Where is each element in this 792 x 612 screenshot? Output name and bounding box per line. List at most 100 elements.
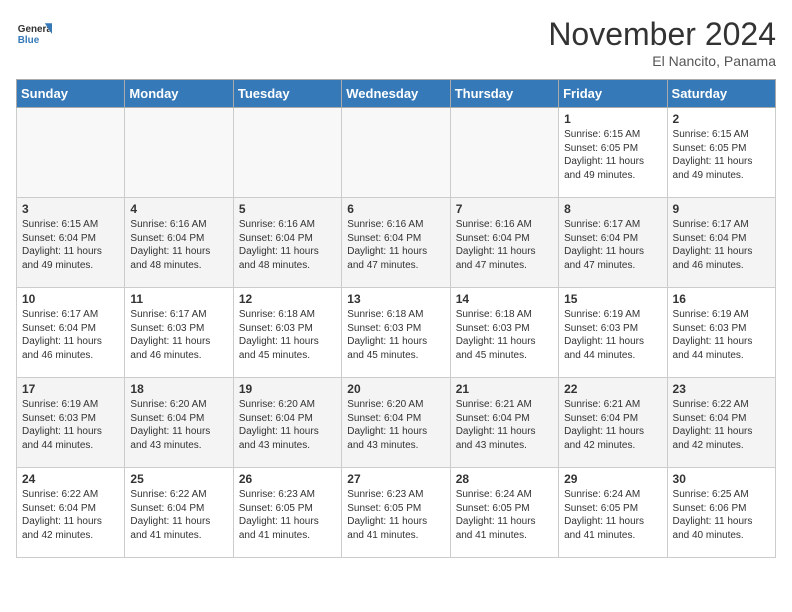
svg-text:Blue: Blue xyxy=(18,35,40,46)
cell-info: Sunrise: 6:18 AM Sunset: 6:03 PM Dayligh… xyxy=(347,308,444,362)
calendar-week-1: 1 Sunrise: 6:15 AM Sunset: 6:05 PM Daylig… xyxy=(17,108,776,198)
day-number: 6 xyxy=(347,202,444,216)
title-block: November 2024 El Nancito, Panama xyxy=(548,16,776,69)
calendar-cell: 22 Sunrise: 6:21 AM Sunset: 6:04 PM Dayli… xyxy=(559,378,667,468)
day-number: 1 xyxy=(564,112,661,126)
cell-info: Sunrise: 6:17 AM Sunset: 6:04 PM Dayligh… xyxy=(673,218,770,272)
cell-info: Sunrise: 6:18 AM Sunset: 6:03 PM Dayligh… xyxy=(456,308,553,362)
day-number: 9 xyxy=(673,202,770,216)
cell-info: Sunrise: 6:16 AM Sunset: 6:04 PM Dayligh… xyxy=(130,218,227,272)
calendar-cell: 2 Sunrise: 6:15 AM Sunset: 6:05 PM Daylig… xyxy=(667,108,775,198)
day-number: 10 xyxy=(22,292,119,306)
cell-info: Sunrise: 6:19 AM Sunset: 6:03 PM Dayligh… xyxy=(564,308,661,362)
calendar-cell: 4 Sunrise: 6:16 AM Sunset: 6:04 PM Daylig… xyxy=(125,198,233,288)
weekday-header-monday: Monday xyxy=(125,80,233,108)
logo: General Blue xyxy=(16,16,52,52)
calendar-cell: 21 Sunrise: 6:21 AM Sunset: 6:04 PM Dayli… xyxy=(450,378,558,468)
calendar-cell: 23 Sunrise: 6:22 AM Sunset: 6:04 PM Dayli… xyxy=(667,378,775,468)
calendar-week-2: 3Sunrise: 6:15 AM Sunset: 6:04 PM Daylig… xyxy=(17,198,776,288)
calendar-cell: 30 Sunrise: 6:25 AM Sunset: 6:06 PM Dayli… xyxy=(667,468,775,558)
cell-info: Sunrise: 6:15 AM Sunset: 6:04 PM Dayligh… xyxy=(22,218,119,272)
weekday-header-friday: Friday xyxy=(559,80,667,108)
cell-info: Sunrise: 6:19 AM Sunset: 6:03 PM Dayligh… xyxy=(22,398,119,452)
cell-info: Sunrise: 6:21 AM Sunset: 6:04 PM Dayligh… xyxy=(564,398,661,452)
calendar-cell xyxy=(450,108,558,198)
day-number: 16 xyxy=(673,292,770,306)
day-number: 11 xyxy=(130,292,227,306)
day-number: 17 xyxy=(22,382,119,396)
weekday-header-row: SundayMondayTuesdayWednesdayThursdayFrid… xyxy=(17,80,776,108)
day-number: 22 xyxy=(564,382,661,396)
cell-info: Sunrise: 6:22 AM Sunset: 6:04 PM Dayligh… xyxy=(22,488,119,542)
calendar-cell xyxy=(125,108,233,198)
calendar-cell: 7 Sunrise: 6:16 AM Sunset: 6:04 PM Daylig… xyxy=(450,198,558,288)
calendar-cell: 17 Sunrise: 6:19 AM Sunset: 6:03 PM Dayli… xyxy=(17,378,125,468)
calendar-cell: 6 Sunrise: 6:16 AM Sunset: 6:04 PM Daylig… xyxy=(342,198,450,288)
day-number: 5 xyxy=(239,202,336,216)
calendar-cell: 14 Sunrise: 6:18 AM Sunset: 6:03 PM Dayli… xyxy=(450,288,558,378)
location: El Nancito, Panama xyxy=(548,53,776,69)
cell-info: Sunrise: 6:20 AM Sunset: 6:04 PM Dayligh… xyxy=(239,398,336,452)
cell-info: Sunrise: 6:17 AM Sunset: 6:03 PM Dayligh… xyxy=(130,308,227,362)
weekday-header-saturday: Saturday xyxy=(667,80,775,108)
cell-info: Sunrise: 6:22 AM Sunset: 6:04 PM Dayligh… xyxy=(130,488,227,542)
calendar-cell: 13 Sunrise: 6:18 AM Sunset: 6:03 PM Dayli… xyxy=(342,288,450,378)
calendar-cell: 9 Sunrise: 6:17 AM Sunset: 6:04 PM Daylig… xyxy=(667,198,775,288)
calendar-table: SundayMondayTuesdayWednesdayThursdayFrid… xyxy=(16,79,776,558)
cell-info: Sunrise: 6:18 AM Sunset: 6:03 PM Dayligh… xyxy=(239,308,336,362)
calendar-week-3: 10 Sunrise: 6:17 AM Sunset: 6:04 PM Dayli… xyxy=(17,288,776,378)
cell-info: Sunrise: 6:23 AM Sunset: 6:05 PM Dayligh… xyxy=(239,488,336,542)
cell-info: Sunrise: 6:22 AM Sunset: 6:04 PM Dayligh… xyxy=(673,398,770,452)
cell-info: Sunrise: 6:19 AM Sunset: 6:03 PM Dayligh… xyxy=(673,308,770,362)
cell-info: Sunrise: 6:17 AM Sunset: 6:04 PM Dayligh… xyxy=(22,308,119,362)
cell-info: Sunrise: 6:24 AM Sunset: 6:05 PM Dayligh… xyxy=(564,488,661,542)
cell-info: Sunrise: 6:16 AM Sunset: 6:04 PM Dayligh… xyxy=(239,218,336,272)
day-number: 13 xyxy=(347,292,444,306)
cell-info: Sunrise: 6:21 AM Sunset: 6:04 PM Dayligh… xyxy=(456,398,553,452)
day-number: 15 xyxy=(564,292,661,306)
cell-info: Sunrise: 6:16 AM Sunset: 6:04 PM Dayligh… xyxy=(456,218,553,272)
day-number: 8 xyxy=(564,202,661,216)
day-number: 2 xyxy=(673,112,770,126)
cell-info: Sunrise: 6:25 AM Sunset: 6:06 PM Dayligh… xyxy=(673,488,770,542)
day-number: 30 xyxy=(673,472,770,486)
calendar-cell: 8 Sunrise: 6:17 AM Sunset: 6:04 PM Daylig… xyxy=(559,198,667,288)
day-number: 19 xyxy=(239,382,336,396)
calendar-cell: 28 Sunrise: 6:24 AM Sunset: 6:05 PM Dayli… xyxy=(450,468,558,558)
calendar-cell: 12 Sunrise: 6:18 AM Sunset: 6:03 PM Dayli… xyxy=(233,288,341,378)
calendar-cell: 24Sunrise: 6:22 AM Sunset: 6:04 PM Dayli… xyxy=(17,468,125,558)
cell-info: Sunrise: 6:24 AM Sunset: 6:05 PM Dayligh… xyxy=(456,488,553,542)
calendar-week-5: 24Sunrise: 6:22 AM Sunset: 6:04 PM Dayli… xyxy=(17,468,776,558)
calendar-cell: 20Sunrise: 6:20 AM Sunset: 6:04 PM Dayli… xyxy=(342,378,450,468)
calendar-cell: 27Sunrise: 6:23 AM Sunset: 6:05 PM Dayli… xyxy=(342,468,450,558)
day-number: 4 xyxy=(130,202,227,216)
cell-info: Sunrise: 6:17 AM Sunset: 6:04 PM Dayligh… xyxy=(564,218,661,272)
cell-info: Sunrise: 6:16 AM Sunset: 6:04 PM Dayligh… xyxy=(347,218,444,272)
day-number: 7 xyxy=(456,202,553,216)
cell-info: Sunrise: 6:15 AM Sunset: 6:05 PM Dayligh… xyxy=(673,128,770,182)
day-number: 21 xyxy=(456,382,553,396)
calendar-cell: 18 Sunrise: 6:20 AM Sunset: 6:04 PM Dayli… xyxy=(125,378,233,468)
weekday-header-tuesday: Tuesday xyxy=(233,80,341,108)
logo-icon: General Blue xyxy=(16,16,52,52)
calendar-cell xyxy=(233,108,341,198)
calendar-cell: 26 Sunrise: 6:23 AM Sunset: 6:05 PM Dayli… xyxy=(233,468,341,558)
month-title: November 2024 xyxy=(548,16,776,53)
day-number: 12 xyxy=(239,292,336,306)
calendar-cell: 5 Sunrise: 6:16 AM Sunset: 6:04 PM Daylig… xyxy=(233,198,341,288)
calendar-cell: 11 Sunrise: 6:17 AM Sunset: 6:03 PM Dayli… xyxy=(125,288,233,378)
calendar-cell xyxy=(342,108,450,198)
day-number: 26 xyxy=(239,472,336,486)
calendar-cell: 3Sunrise: 6:15 AM Sunset: 6:04 PM Daylig… xyxy=(17,198,125,288)
day-number: 28 xyxy=(456,472,553,486)
calendar-cell: 25Sunrise: 6:22 AM Sunset: 6:04 PM Dayli… xyxy=(125,468,233,558)
calendar-cell: 1Sunrise: 6:15 AM Sunset: 6:05 PM Daylig… xyxy=(559,108,667,198)
day-number: 14 xyxy=(456,292,553,306)
day-number: 18 xyxy=(130,382,227,396)
day-number: 23 xyxy=(673,382,770,396)
cell-info: Sunrise: 6:20 AM Sunset: 6:04 PM Dayligh… xyxy=(130,398,227,452)
calendar-cell: 19 Sunrise: 6:20 AM Sunset: 6:04 PM Dayli… xyxy=(233,378,341,468)
weekday-header-thursday: Thursday xyxy=(450,80,558,108)
weekday-header-wednesday: Wednesday xyxy=(342,80,450,108)
calendar-week-4: 17 Sunrise: 6:19 AM Sunset: 6:03 PM Dayli… xyxy=(17,378,776,468)
